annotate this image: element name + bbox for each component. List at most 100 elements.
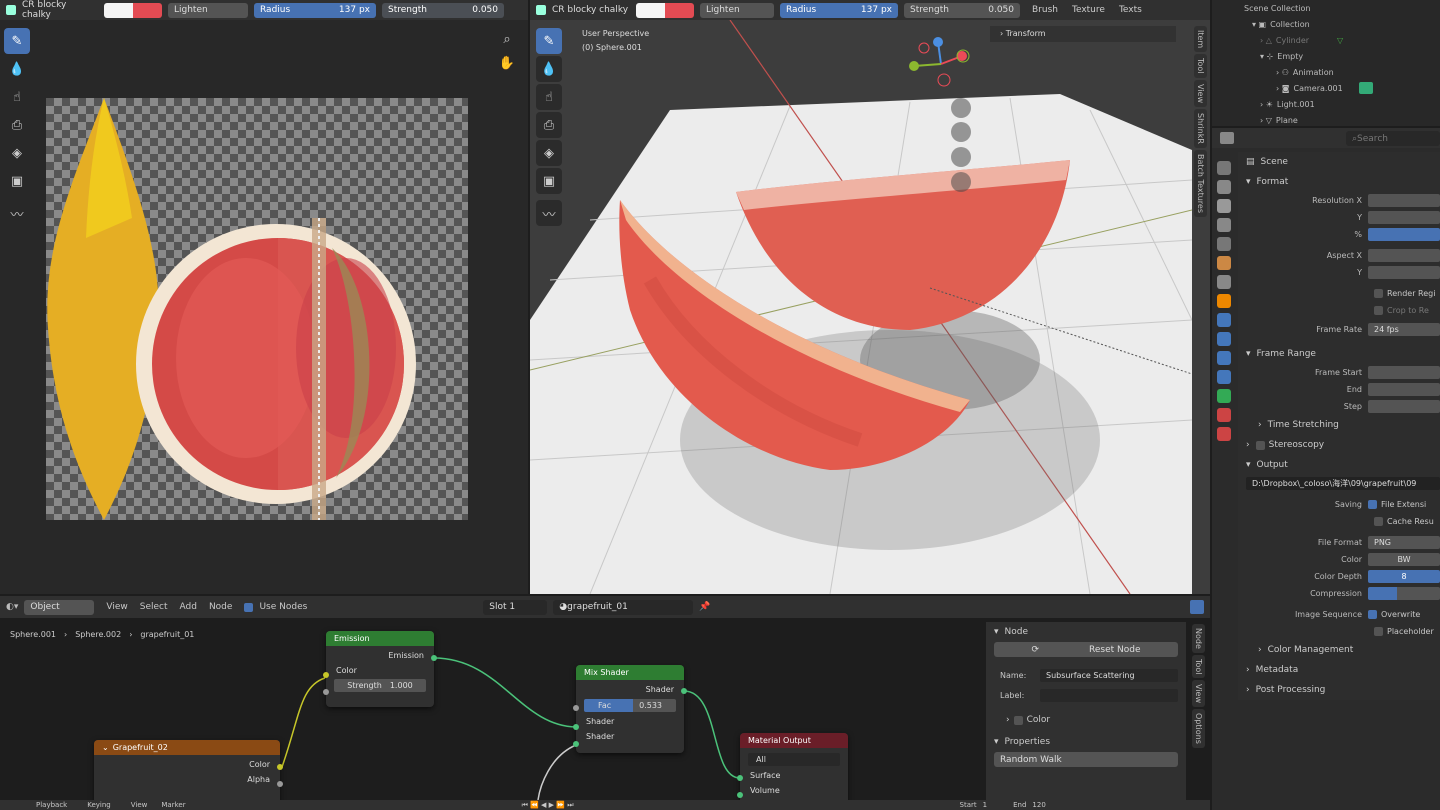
reset-node-button[interactable]: ⟳ Reset Node <box>994 642 1178 657</box>
compression-slider[interactable] <box>1368 587 1440 600</box>
radius-field[interactable]: Radius 137 px <box>254 2 376 18</box>
resolution-y-field[interactable] <box>1368 211 1440 224</box>
properties-header[interactable]: ▾ Properties <box>986 732 1186 752</box>
data-tab-icon[interactable] <box>1217 389 1231 403</box>
node-tab-node[interactable]: Node <box>1192 624 1205 653</box>
emission-node[interactable]: Emission Emission Color Strength 1.000 <box>323 631 437 707</box>
resolution-x-field[interactable] <box>1368 194 1440 207</box>
color-management-header[interactable]: › Color Management <box>1238 640 1440 660</box>
node-color-header[interactable]: › Color <box>986 710 1186 730</box>
surface-socket[interactable] <box>737 775 743 781</box>
output-target-select[interactable]: All <box>748 753 840 766</box>
play-controls-icon[interactable]: ⏮ ⏪ ◀ ▶ ⏩ ⏭ <box>522 801 574 810</box>
editor-type-icon[interactable] <box>1220 132 1234 144</box>
node-color-checkbox[interactable] <box>1013 715 1023 725</box>
timeline-start-value[interactable]: 1 <box>983 801 987 809</box>
modifier-tab-icon[interactable] <box>1217 313 1231 327</box>
emission-node-header[interactable]: Emission <box>326 631 434 646</box>
zoom-icon[interactable]: ⌕ <box>496 28 518 50</box>
frame-rate-field[interactable]: 24 fps <box>1368 323 1440 336</box>
outliner-row[interactable]: ▾ ▣ Collection <box>1220 16 1440 32</box>
annotate-tool-icon[interactable]: 〰 <box>4 200 30 226</box>
vp-menu-texture[interactable]: Texture <box>1072 5 1105 15</box>
frame-start-field[interactable] <box>1368 366 1440 379</box>
outliner-row[interactable]: › ◙ Camera.001 <box>1220 80 1440 96</box>
vp-clone-tool-icon[interactable]: ⎙ <box>536 112 562 138</box>
texture-tab-icon[interactable] <box>1217 427 1231 441</box>
crop-checkbox[interactable] <box>1374 306 1383 315</box>
vp-color-swatch[interactable] <box>636 2 694 18</box>
emission-strength-field[interactable]: Strength 1.000 <box>334 679 426 692</box>
outliner-row[interactable]: Scene Collection <box>1220 0 1440 16</box>
vp-menu-texts[interactable]: Texts <box>1119 5 1142 15</box>
mix-fac-slider[interactable]: Fac 0.533 <box>584 699 676 712</box>
node-panel-header[interactable]: ▾ Node <box>986 622 1186 642</box>
brush-icon[interactable] <box>536 5 546 15</box>
vp-strength-field[interactable]: Strength 0.050 <box>904 2 1020 18</box>
vp-camera-icon[interactable] <box>951 147 971 167</box>
timeline-keying[interactable]: Keying <box>87 801 111 809</box>
scene-tab-icon[interactable] <box>1217 237 1231 251</box>
viewport-scene[interactable] <box>530 20 1192 594</box>
world-tab-icon[interactable] <box>1217 256 1231 270</box>
draw-tool-icon[interactable]: ✎ <box>4 28 30 54</box>
vp-tab-batch-textures[interactable]: Batch Textures <box>1194 149 1207 217</box>
node-name-field[interactable]: Subsurface Scattering <box>1040 669 1178 682</box>
post-processing-header[interactable]: › Post Processing <box>1238 680 1440 700</box>
pan-hand-icon[interactable]: ✋ <box>496 52 518 74</box>
smear-tool-icon[interactable]: ☝ <box>4 84 30 110</box>
time-stretching-header[interactable]: › Time Stretching <box>1238 415 1440 435</box>
render-region-checkbox[interactable] <box>1374 289 1383 298</box>
vp-annotate-tool-icon[interactable]: 〰 <box>536 200 562 226</box>
soften-tool-icon[interactable]: 💧 <box>4 56 30 82</box>
outliner-row[interactable]: ▾ ⊹ Empty <box>1220 48 1440 64</box>
vp-draw-tool-icon[interactable]: ✎ <box>536 28 562 54</box>
fill-tool-icon[interactable]: ◈ <box>4 140 30 166</box>
vp-tab-item[interactable]: Item <box>1194 26 1207 53</box>
volume-socket[interactable] <box>737 792 743 798</box>
timeline-marker[interactable]: Marker <box>161 801 185 809</box>
vp-radius-field[interactable]: Radius 137 px <box>780 2 898 18</box>
vp-brush-name[interactable]: CR blocky chalky <box>552 5 630 15</box>
collection-tab-icon[interactable] <box>1217 275 1231 289</box>
mix-shader-node[interactable]: Mix Shader Shader Fac 0.533 Shader Shader <box>573 665 687 753</box>
mix-in1-socket[interactable] <box>573 724 579 730</box>
material-output-header[interactable]: Material Output <box>740 733 848 748</box>
cache-result-checkbox[interactable] <box>1374 517 1383 526</box>
emission-strength-socket[interactable] <box>323 689 329 695</box>
timeline-end-value[interactable]: 120 <box>1032 801 1045 809</box>
material-tab-icon[interactable] <box>1217 408 1231 422</box>
mask-tool-icon[interactable]: ▣ <box>4 168 30 194</box>
mix-in2-socket[interactable] <box>573 741 579 747</box>
object-tab-icon[interactable] <box>1217 294 1231 308</box>
properties-search[interactable]: ⌕ Search <box>1346 131 1440 146</box>
brush-name[interactable]: CR blocky chalky <box>22 0 98 20</box>
vp-soften-tool-icon[interactable]: 💧 <box>536 56 562 82</box>
clone-tool-icon[interactable]: ⎙ <box>4 112 30 138</box>
tool-tab-icon[interactable] <box>1217 161 1231 175</box>
render-tab-icon[interactable] <box>1217 180 1231 194</box>
output-tab-icon[interactable] <box>1217 199 1231 213</box>
vp-fill-tool-icon[interactable]: ◈ <box>536 140 562 166</box>
outliner-row[interactable]: › ☀ Light.001 <box>1220 96 1440 112</box>
texture-node-header[interactable]: ⌄ Grapefruit_02 <box>94 740 280 755</box>
navigation-gizmo[interactable] <box>906 34 976 94</box>
node-tab-tool[interactable]: Tool <box>1192 654 1205 679</box>
texture-color-socket[interactable] <box>277 764 283 770</box>
emission-out-socket[interactable] <box>431 655 437 661</box>
node-tab-options[interactable]: Options <box>1192 709 1205 749</box>
node-tab-view[interactable]: View <box>1192 680 1205 708</box>
outliner-row[interactable]: › △ Cylinder ▽ <box>1220 32 1440 48</box>
format-header[interactable]: ▾ Format <box>1238 172 1440 192</box>
vp-zoom-icon[interactable] <box>951 98 971 118</box>
mix-out-socket[interactable] <box>681 688 687 694</box>
material-output-node[interactable]: Material Output All Surface Volume <box>737 733 848 800</box>
resolution-pct-field[interactable] <box>1368 228 1440 241</box>
frame-range-header[interactable]: ▾ Frame Range <box>1238 344 1440 364</box>
brush-icon[interactable] <box>6 5 16 15</box>
method-select[interactable]: Random Walk <box>994 752 1178 767</box>
outliner-row[interactable]: › ▽ Plane <box>1220 112 1440 128</box>
blend-mode-select[interactable]: Lighten <box>168 2 248 18</box>
stereoscopy-header[interactable]: › Stereoscopy <box>1238 435 1440 455</box>
constraints-tab-icon[interactable] <box>1217 370 1231 384</box>
